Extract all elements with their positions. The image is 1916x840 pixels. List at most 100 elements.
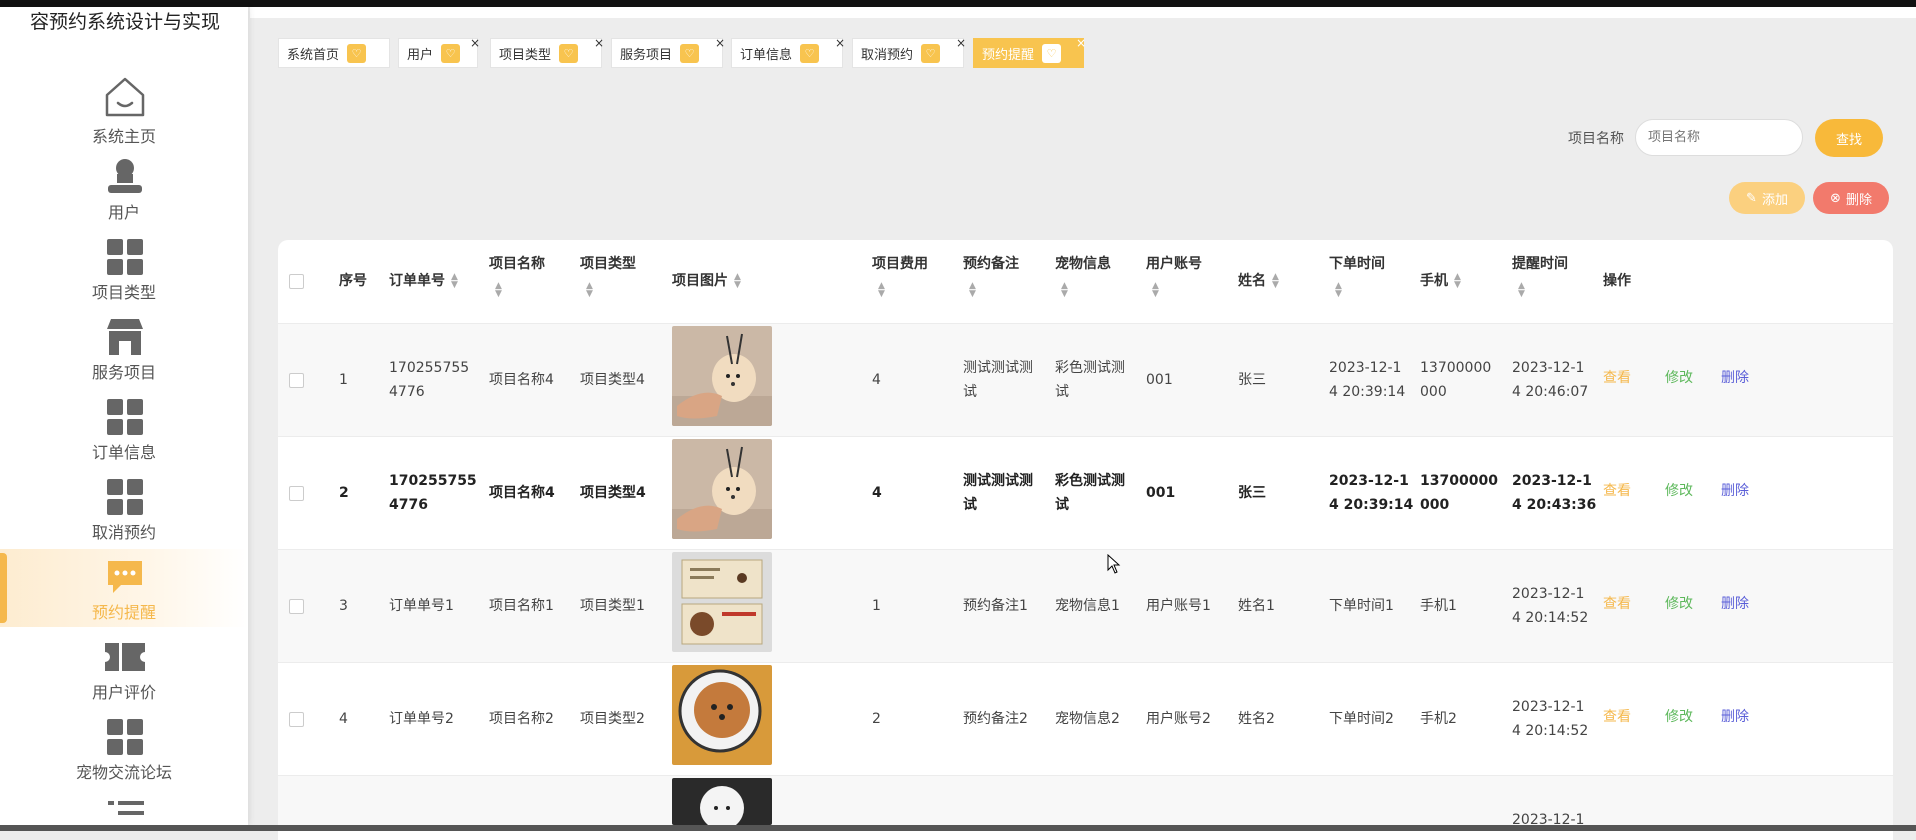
delete-button[interactable]: ⊗ 删除 (1813, 182, 1889, 214)
tab-home[interactable]: 系统首页 ♡ (278, 38, 390, 68)
cell-phone: 手机2 (1420, 711, 1457, 727)
heart-icon: ♡ (921, 43, 941, 63)
sidebar-item-review[interactable]: 用户评价 (0, 629, 248, 707)
cell-index: 2 (339, 485, 349, 501)
user-icon (103, 155, 147, 199)
sort-icon[interactable]: ▲ ▼ (1518, 282, 1525, 299)
sidebar-item-forum[interactable]: 宠物交流论坛 (0, 709, 248, 787)
tab-item-type[interactable]: 项目类型 ♡ × (490, 36, 604, 68)
add-button[interactable]: ✎ 添加 (1729, 182, 1805, 214)
heart-icon: ♡ (559, 43, 579, 63)
select-all-checkbox[interactable] (289, 274, 304, 289)
view-link[interactable]: 查看 (1603, 367, 1631, 387)
sort-icon[interactable]: ▲ ▼ (451, 273, 458, 290)
close-icon[interactable]: × (470, 36, 480, 50)
cell-order-time: 下单时间1 (1329, 598, 1394, 614)
cell-line: 试 (1055, 384, 1069, 400)
sidebar-item-reminder[interactable]: 预约提醒 (0, 549, 248, 627)
sidebar-item-label: 项目类型 (91, 283, 156, 302)
cell-item-name: 项目名称2 (489, 711, 554, 727)
search-button[interactable]: 查找 (1815, 119, 1883, 157)
cell-index: 1 (339, 372, 348, 388)
search-input[interactable] (1635, 119, 1803, 156)
cell-account: 用户账号2 (1146, 711, 1211, 727)
sort-icon[interactable]: ▲ ▼ (1272, 273, 1279, 290)
sort-icon[interactable]: ▲ ▼ (878, 282, 885, 299)
item-image (672, 778, 772, 825)
cell-note: 测试测试测试 (963, 469, 1033, 517)
list-icon[interactable] (108, 799, 144, 825)
col-item-type[interactable]: 项目类型 ▲ ▼ (580, 251, 636, 303)
close-icon[interactable]: × (715, 36, 725, 50)
sidebar-item-home[interactable]: 系统主页 (0, 69, 248, 147)
heart-icon: ♡ (441, 43, 461, 63)
tab-service[interactable]: 服务项目 ♡ × (611, 36, 725, 68)
cell-remind-time: 2023-12-1 4 20:14:52 (1512, 582, 1588, 630)
view-link[interactable]: 查看 (1603, 480, 1631, 500)
tab-reminder[interactable]: 预约提醒 ♡ × (973, 36, 1086, 68)
row-checkbox[interactable] (289, 486, 304, 501)
edit-link[interactable]: 修改 (1665, 593, 1693, 613)
close-icon[interactable]: × (956, 36, 966, 50)
col-label: 预约备注 (963, 256, 1019, 272)
tab-user[interactable]: 用户 ♡ × (398, 36, 480, 68)
col-pet-info[interactable]: 宠物信息 ▲ ▼ (1055, 251, 1111, 303)
col-note[interactable]: 预约备注 ▲ ▼ (963, 251, 1019, 303)
col-item-image[interactable]: 项目图片 ▲ ▼ (672, 268, 741, 294)
cell-line: 2023-12-1 (1512, 699, 1585, 715)
close-icon[interactable]: × (594, 36, 604, 50)
close-icon[interactable]: × (1076, 36, 1086, 50)
edit-link[interactable]: 修改 (1665, 480, 1693, 500)
delete-link[interactable]: 删除 (1721, 480, 1749, 500)
col-name[interactable]: 姓名 ▲ ▼ (1238, 268, 1279, 294)
cell-pet-info: 彩色测试测试 (1055, 356, 1125, 404)
col-item-fee[interactable]: 项目费用 ▲ ▼ (872, 251, 928, 303)
cell-order-time: 2023-12-1 4 20:39:14 (1329, 356, 1405, 404)
row-checkbox[interactable] (289, 599, 304, 614)
tab-orders[interactable]: 订单信息 ♡ × (731, 36, 845, 68)
row-checkbox[interactable] (289, 373, 304, 388)
sidebar-item-cancel[interactable]: 取消预约 (0, 469, 248, 547)
cell-line: 彩色测试测 (1055, 360, 1125, 376)
sidebar-item-orders[interactable]: 订单信息 (0, 389, 248, 467)
cell-line: 2023-12-1 (1329, 473, 1409, 489)
grid-icon (103, 475, 147, 519)
sidebar-item-service[interactable]: 服务项目 (0, 309, 248, 387)
sort-icon[interactable]: ▲ ▼ (1335, 282, 1342, 299)
sidebar-item-user[interactable]: 用户 (0, 149, 248, 227)
sort-icon[interactable]: ▲ ▼ (969, 282, 976, 299)
col-label: 下单时间 (1329, 256, 1385, 272)
delete-link[interactable]: 删除 (1721, 706, 1749, 726)
cell-phone: 13700000 000 (1420, 356, 1491, 404)
col-phone[interactable]: 手机 ▲ ▼ (1420, 268, 1461, 294)
delete-link[interactable]: 删除 (1721, 593, 1749, 613)
col-order-no[interactable]: 订单单号 ▲ ▼ (389, 268, 458, 294)
sidebar-item-item-type[interactable]: 项目类型 (0, 229, 248, 307)
sort-icon[interactable]: ▲ ▼ (586, 282, 593, 299)
col-order-time[interactable]: 下单时间 ▲ ▼ (1329, 251, 1385, 303)
sidebar-item-label: 订单信息 (91, 443, 156, 462)
edit-link[interactable]: 修改 (1665, 367, 1693, 387)
cell-item-type: 项目类型2 (580, 711, 645, 727)
sort-icon[interactable]: ▲ ▼ (1152, 282, 1159, 299)
close-icon[interactable]: × (835, 36, 845, 50)
row-checkbox[interactable] (289, 712, 304, 727)
sort-icon[interactable]: ▲ ▼ (1454, 273, 1461, 290)
col-item-name[interactable]: 项目名称 ▲ ▼ (489, 251, 545, 303)
sort-icon[interactable]: ▲ ▼ (734, 273, 741, 290)
sort-icon[interactable]: ▲ ▼ (495, 282, 502, 299)
delete-link[interactable]: 删除 (1721, 367, 1749, 387)
col-account[interactable]: 用户账号 ▲ ▼ (1146, 251, 1202, 303)
view-link[interactable]: 查看 (1603, 706, 1631, 726)
cell-line: 000 (1420, 384, 1447, 400)
tab-cancel[interactable]: 取消预约 ♡ × (852, 36, 966, 68)
cell-order-time: 下单时间2 (1329, 711, 1394, 727)
cell-note: 预约备注2 (963, 711, 1028, 727)
grid-icon (103, 235, 147, 279)
cell-line: 4 20:14:52 (1512, 723, 1589, 739)
edit-link[interactable]: 修改 (1665, 706, 1693, 726)
cell-remind-time: 2023-12-1 4 20:43:36 (1512, 469, 1596, 517)
col-remind-time[interactable]: 提醒时间 ▲ ▼ (1512, 251, 1568, 303)
view-link[interactable]: 查看 (1603, 593, 1631, 613)
sort-icon[interactable]: ▲ ▼ (1061, 282, 1068, 299)
